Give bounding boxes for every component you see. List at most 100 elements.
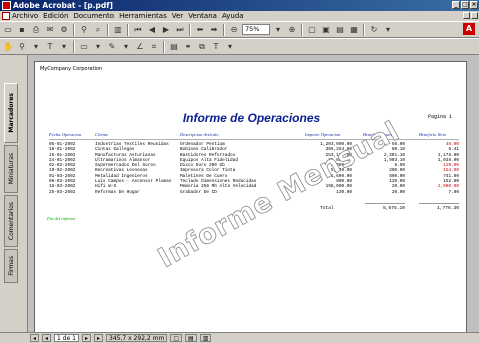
close-button[interactable]: × (470, 1, 478, 9)
acrobat-app-icon[interactable] (2, 1, 11, 10)
line-tool-icon[interactable]: ∠ (134, 41, 146, 53)
tools-toolbar: ✋ ⚲ ▾ T ▾ ▭ ▾ ✎ ▾ ∠ ⌗ ▤ ⚭ ⧉ T ▾ (0, 38, 479, 55)
menu-ventana[interactable]: Ventana (188, 11, 217, 21)
last-page-nav-icon[interactable]: ▸ (94, 334, 104, 342)
column-cliente: Industrias Textiles Reunidas Cintas Galle… (95, 142, 171, 195)
acrobat-logo-icon[interactable]: A (463, 23, 475, 35)
zoom-dropdown-icon[interactable]: ▾ (272, 24, 284, 36)
status-bar: ◂ ◂ 1 de 1 ▸ ▸ 345,7 x 292,2 mm ▢ ▤ ▥ (0, 332, 479, 343)
cell-descripcion: Grabador De CD (180, 189, 217, 195)
column-neto: 46.00 6.41 2,178.00 1,038.00 120.00 154.00 741… (409, 142, 459, 195)
text-select-dropdown-icon[interactable]: ▾ (58, 41, 70, 53)
toolbar-separator (189, 23, 191, 36)
zoom-field[interactable]: 75% (242, 24, 270, 35)
print-icon[interactable]: ⎙ (30, 24, 42, 36)
page-number: Pagina 1 (427, 114, 452, 120)
email-icon[interactable]: ✉ (44, 24, 56, 36)
menu-herramientas[interactable]: Herramientas (119, 11, 167, 21)
company-name: MyCompany Corporation (40, 66, 103, 72)
pencil-dropdown-icon[interactable]: ▾ (120, 41, 132, 53)
actual-size-icon[interactable]: ▢ (306, 24, 318, 36)
tab-firmas[interactable]: Firmas (4, 249, 18, 283)
crop-tool-icon[interactable]: ⌗ (148, 41, 160, 53)
zoom-out-icon[interactable]: ⊖ (228, 24, 240, 36)
form-tool-icon[interactable]: ▤ (168, 41, 180, 53)
total-rule (365, 203, 405, 204)
single-page-layout-icon[interactable]: ▢ (170, 334, 183, 342)
document-view[interactable]: MyCompany Corporation Informe de Operaci… (28, 55, 479, 332)
toolbar-separator (73, 23, 75, 36)
menu-archivo[interactable]: Archivo (12, 11, 38, 21)
report-title: Informe de Operaciones (182, 111, 321, 125)
menu-edicion[interactable]: Edición (43, 11, 68, 21)
prev-page-nav-icon[interactable]: ◂ (42, 334, 52, 342)
article-tool-icon[interactable]: ⧉ (196, 41, 208, 53)
continuous-layout-icon[interactable]: ▤ (185, 334, 197, 342)
zoom-tool-dropdown-icon[interactable]: ▾ (30, 41, 42, 53)
touchup-text-icon[interactable]: T (210, 41, 222, 53)
toolbar-separator (301, 23, 303, 36)
hand-tool-icon[interactable]: ✋ (2, 41, 14, 53)
tab-label: Miniaturas (7, 153, 15, 185)
first-page-nav-icon[interactable]: ◂ (30, 334, 40, 342)
fit-width-icon[interactable]: ▤ (334, 24, 346, 36)
go-forward-icon[interactable]: ➡ (208, 24, 220, 36)
page-size: 345,7 x 292,2 mm (106, 334, 168, 342)
find-icon[interactable]: ⌕ (92, 24, 104, 36)
minimize-button[interactable]: _ (452, 1, 460, 9)
first-page-icon[interactable]: ⏮ (132, 24, 144, 36)
save-icon[interactable]: ▪ (16, 24, 28, 36)
previous-page-icon[interactable]: ◀ (146, 24, 158, 36)
tab-label: Marcadores (7, 93, 15, 133)
pencil-tool-icon[interactable]: ✎ (106, 41, 118, 53)
fit-page-icon[interactable]: ▣ (320, 24, 332, 36)
zoom-in-icon[interactable]: ⊕ (286, 24, 298, 36)
cell-bruto: 20.00 (391, 189, 405, 195)
total-label: Total (320, 206, 334, 211)
facing-layout-icon[interactable]: ▥ (199, 334, 212, 342)
open-icon[interactable]: ▭ (2, 24, 14, 36)
doc-close-button[interactable] (471, 12, 478, 19)
next-page-icon[interactable]: ▶ (160, 24, 172, 36)
link-tool-icon[interactable]: ⚭ (182, 41, 194, 53)
tab-marcadores[interactable]: Marcadores (4, 83, 18, 143)
column-descripcion: Ordenador Pentium Bobinas Calibrador Basti… (180, 142, 256, 195)
menu-documento[interactable]: Documento (74, 11, 115, 21)
navigation-panel: Marcadores Miniaturas Comentarios Firmas (0, 55, 28, 332)
rotate-dropdown-icon[interactable]: ▾ (382, 24, 394, 36)
tab-comentarios[interactable]: Comentarios (4, 195, 18, 247)
cell-neto: 7.00 (448, 189, 459, 195)
toolbar-separator (363, 23, 365, 36)
document-icon[interactable] (2, 12, 10, 20)
toolbar-separator (127, 23, 129, 36)
header-cliente: Cliente (95, 132, 109, 137)
last-page-icon[interactable]: ⏭ (174, 24, 186, 36)
cell-fecha: 25-03-2002 (49, 189, 76, 195)
next-page-nav-icon[interactable]: ▸ (81, 334, 91, 342)
toolbar-separator (73, 40, 75, 53)
total-neto: 1,776.30 (436, 206, 459, 211)
go-back-icon[interactable]: ⬅ (194, 24, 206, 36)
menu-ver[interactable]: Ver (172, 11, 183, 21)
touchup-dropdown-icon[interactable]: ▾ (224, 41, 236, 53)
note-dropdown-icon[interactable]: ▾ (92, 41, 104, 53)
note-tool-icon[interactable]: ▭ (78, 41, 90, 53)
text-select-icon[interactable]: T (44, 41, 56, 53)
header-importe: Importe Operacion (305, 132, 341, 137)
navigation-pane-icon[interactable]: ▥ (112, 24, 124, 36)
rotate-icon[interactable]: ↻ (368, 24, 380, 36)
main-toolbar: ▭ ▪ ⎙ ✉ ⚙ ⚲ ⌕ ▥ ⏮ ◀ ▶ ⏭ ⬅ ➡ ⊖ 75% ▾ ⊕ ▢ … (0, 21, 479, 38)
zoom-tool-icon[interactable]: ⚲ (16, 41, 28, 53)
cell-fecha: 18-03-2002 (49, 184, 76, 190)
menu-ayuda[interactable]: Ayuda (222, 11, 244, 21)
title-bar: Adobe Acrobat - [p.pdf] _ □ × (0, 0, 479, 11)
toolbar-separator (107, 23, 109, 36)
tools-icon[interactable]: ⚙ (58, 24, 70, 36)
maximize-button[interactable]: □ (461, 1, 469, 9)
reflow-icon[interactable]: ▦ (348, 24, 360, 36)
cell-descripcion: Memoria 256 Mb Alta Velocidad (180, 184, 257, 190)
search-icon[interactable]: ⚲ (78, 24, 90, 36)
doc-minimize-button[interactable] (463, 12, 470, 19)
page-indicator[interactable]: 1 de 1 (54, 334, 79, 342)
tab-miniaturas[interactable]: Miniaturas (4, 145, 18, 193)
